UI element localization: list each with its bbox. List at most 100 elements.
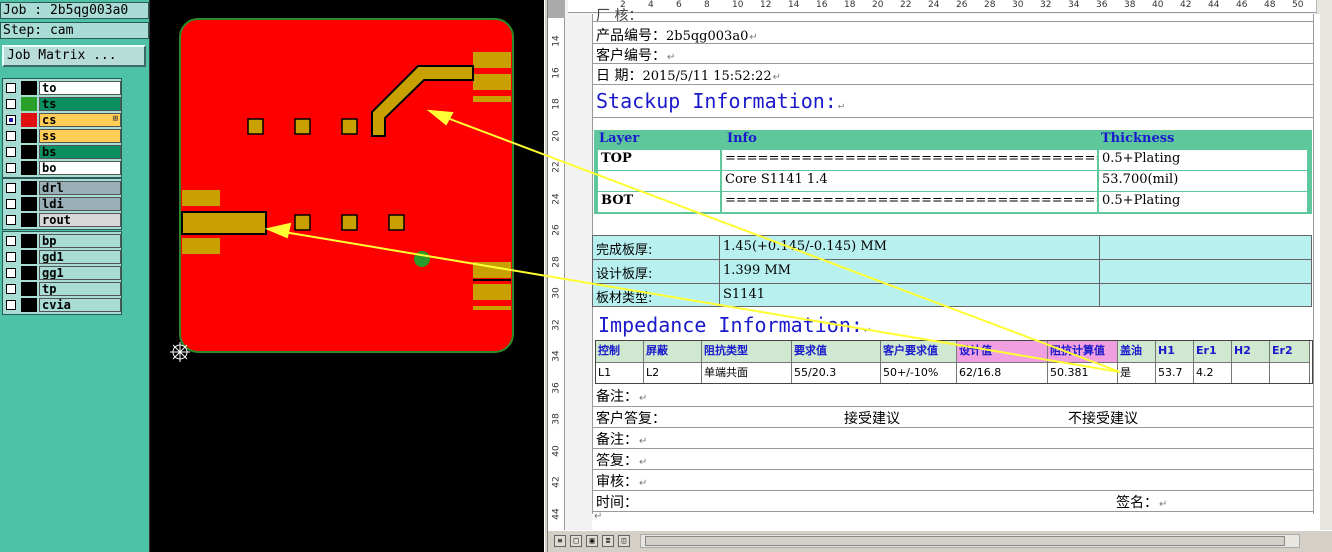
- impedance-header: 屏蔽: [644, 341, 702, 362]
- layer-name[interactable]: bs: [39, 145, 121, 159]
- layer-color-swatch[interactable]: [21, 181, 37, 195]
- outline-view-button[interactable]: ≣: [602, 535, 614, 547]
- layer-checkbox[interactable]: [6, 199, 16, 209]
- edge-pad: [473, 262, 511, 278]
- vertical-ruler[interactable]: 14 16 18 20 22 24 26 28 30 32 34 36 38 40 42 44: [548, 0, 565, 530]
- layer-name[interactable]: tp: [39, 282, 121, 296]
- layer-name[interactable]: ts: [39, 97, 121, 111]
- layer-name[interactable]: to: [39, 81, 121, 95]
- layer-row[interactable]: tp: [3, 281, 121, 297]
- layer-name[interactable]: rout: [39, 213, 121, 227]
- layer-checkbox[interactable]: [6, 83, 16, 93]
- layer-name[interactable]: ldi: [39, 197, 121, 211]
- reject-option[interactable]: 不接受建议: [1068, 408, 1138, 428]
- layer-group-outer: to ts cs ⊞ ss bs bo: [2, 78, 122, 178]
- web-view-button[interactable]: □: [570, 535, 582, 547]
- ruler-tick: 34: [1068, 0, 1080, 10]
- layer-checkbox[interactable]: [6, 252, 16, 262]
- layer-checkbox[interactable]: [6, 268, 16, 278]
- layer-color-swatch[interactable]: [21, 197, 37, 211]
- layer-name[interactable]: ss: [39, 129, 121, 143]
- end-paragraph-mark: ↵: [594, 511, 603, 522]
- layer-color-swatch[interactable]: [21, 113, 37, 127]
- ruler-tick: 46: [1236, 0, 1248, 10]
- layer-checkbox[interactable]: [6, 300, 16, 310]
- impedance-header: 要求值: [792, 341, 881, 362]
- layer-checkbox[interactable]: [6, 163, 16, 173]
- layer-row[interactable]: bo: [3, 160, 121, 176]
- reply-label: 答复：↵: [596, 453, 648, 469]
- layer-checkbox[interactable]: [6, 236, 16, 246]
- layer-color-swatch[interactable]: [21, 266, 37, 280]
- impedance-table: 控制 L1 屏蔽 L2 阻抗类型 单端共面 要求值 55/20.3 客户要求值 50+/-10% 设…: [595, 340, 1313, 384]
- review-label: 审核：↵: [596, 474, 648, 490]
- step-label: Step: cam: [0, 22, 149, 39]
- stackup-cell: =====================================: [722, 150, 1097, 170]
- layer-row[interactable]: bp: [3, 233, 121, 249]
- layer-name[interactable]: bo: [39, 161, 121, 175]
- stackup-header-layer: Layer: [599, 131, 640, 146]
- layer-checkbox[interactable]: [6, 99, 16, 109]
- layer-row[interactable]: drl: [3, 180, 121, 196]
- layer-color-swatch[interactable]: [21, 81, 37, 95]
- layer-row[interactable]: cs ⊞: [3, 112, 121, 128]
- impedance-cell: 4.2: [1194, 362, 1232, 383]
- scroll-thumb[interactable]: [645, 536, 1285, 546]
- layer-row[interactable]: rout: [3, 212, 121, 228]
- layer-name[interactable]: gd1: [39, 250, 121, 264]
- reading-view-button[interactable]: ◫: [618, 535, 630, 547]
- layer-panel: Job : 2b5qg003a0 Step: cam Job Matrix ..…: [0, 0, 150, 552]
- layer-name[interactable]: bp: [39, 234, 121, 248]
- layer-checkbox[interactable]: [6, 284, 16, 294]
- layer-checkbox[interactable]: [6, 183, 16, 193]
- impedance-cell: 53.7: [1156, 362, 1194, 383]
- layer-row[interactable]: gd1: [3, 249, 121, 265]
- normal-view-button[interactable]: ≡: [554, 535, 566, 547]
- layer-checkbox[interactable]: [6, 147, 16, 157]
- layer-group-drill: drl ldi rout: [2, 178, 122, 230]
- layer-row[interactable]: to: [3, 80, 121, 96]
- layer-color-swatch[interactable]: [21, 234, 37, 248]
- customer-reply-label: 客户答复：: [596, 411, 666, 427]
- accept-option[interactable]: 接受建议: [844, 408, 900, 428]
- layer-row[interactable]: gg1: [3, 265, 121, 281]
- layer-color-swatch[interactable]: [21, 298, 37, 312]
- layer-color-swatch[interactable]: [21, 145, 37, 159]
- layer-row[interactable]: bs: [3, 144, 121, 160]
- layer-name[interactable]: drl: [39, 181, 121, 195]
- stackup-table: Layer Info Thickness TOP ===============…: [594, 130, 1312, 214]
- print-view-button[interactable]: ▣: [586, 535, 598, 547]
- job-matrix-button[interactable]: Job Matrix ...: [2, 45, 146, 67]
- ruler-tick: 38: [1124, 0, 1136, 10]
- layer-color-swatch[interactable]: [21, 213, 37, 227]
- impedance-cell: L2: [644, 362, 702, 383]
- layer-color-swatch[interactable]: [21, 250, 37, 264]
- ruler-tick: 44: [551, 507, 562, 520]
- layer-color-swatch[interactable]: [21, 129, 37, 143]
- layer-checkbox[interactable]: [6, 115, 16, 125]
- horizontal-ruler[interactable]: 2 4 6 8 10 12 14 16 18 20 22 24 26 28 30 32 34 36 38 40 42 44…: [568, 0, 1332, 13]
- cam-canvas[interactable]: [150, 0, 544, 552]
- edge-pad: [182, 238, 220, 254]
- layer-row[interactable]: ts: [3, 96, 121, 112]
- layer-row[interactable]: cvia: [3, 297, 121, 313]
- layer-name[interactable]: cvia: [39, 298, 121, 312]
- layer-color-swatch[interactable]: [21, 161, 37, 175]
- ruler-tick: 14: [551, 35, 562, 47]
- smd-pad: [294, 118, 311, 135]
- layer-color-swatch[interactable]: [21, 282, 37, 296]
- ruler-tick: 22: [551, 161, 562, 173]
- edge-pad: [473, 284, 511, 300]
- layer-name[interactable]: cs: [39, 113, 121, 127]
- layer-checkbox[interactable]: [6, 131, 16, 141]
- layer-checkbox[interactable]: [6, 215, 16, 225]
- document-page[interactable]: 厂 核： 产品编号：2b5qg003a0↵ 客户编号：↵ 日 期：2015/5/…: [592, 8, 1320, 530]
- horizontal-scrollbar[interactable]: [640, 534, 1300, 548]
- ruler-tick: 16: [551, 66, 562, 79]
- layer-color-swatch[interactable]: [21, 97, 37, 111]
- ruler-tick: 32: [1040, 0, 1052, 10]
- layer-name[interactable]: gg1: [39, 266, 121, 280]
- smd-pad: [247, 118, 264, 135]
- layer-row[interactable]: ldi: [3, 196, 121, 212]
- layer-row[interactable]: ss: [3, 128, 121, 144]
